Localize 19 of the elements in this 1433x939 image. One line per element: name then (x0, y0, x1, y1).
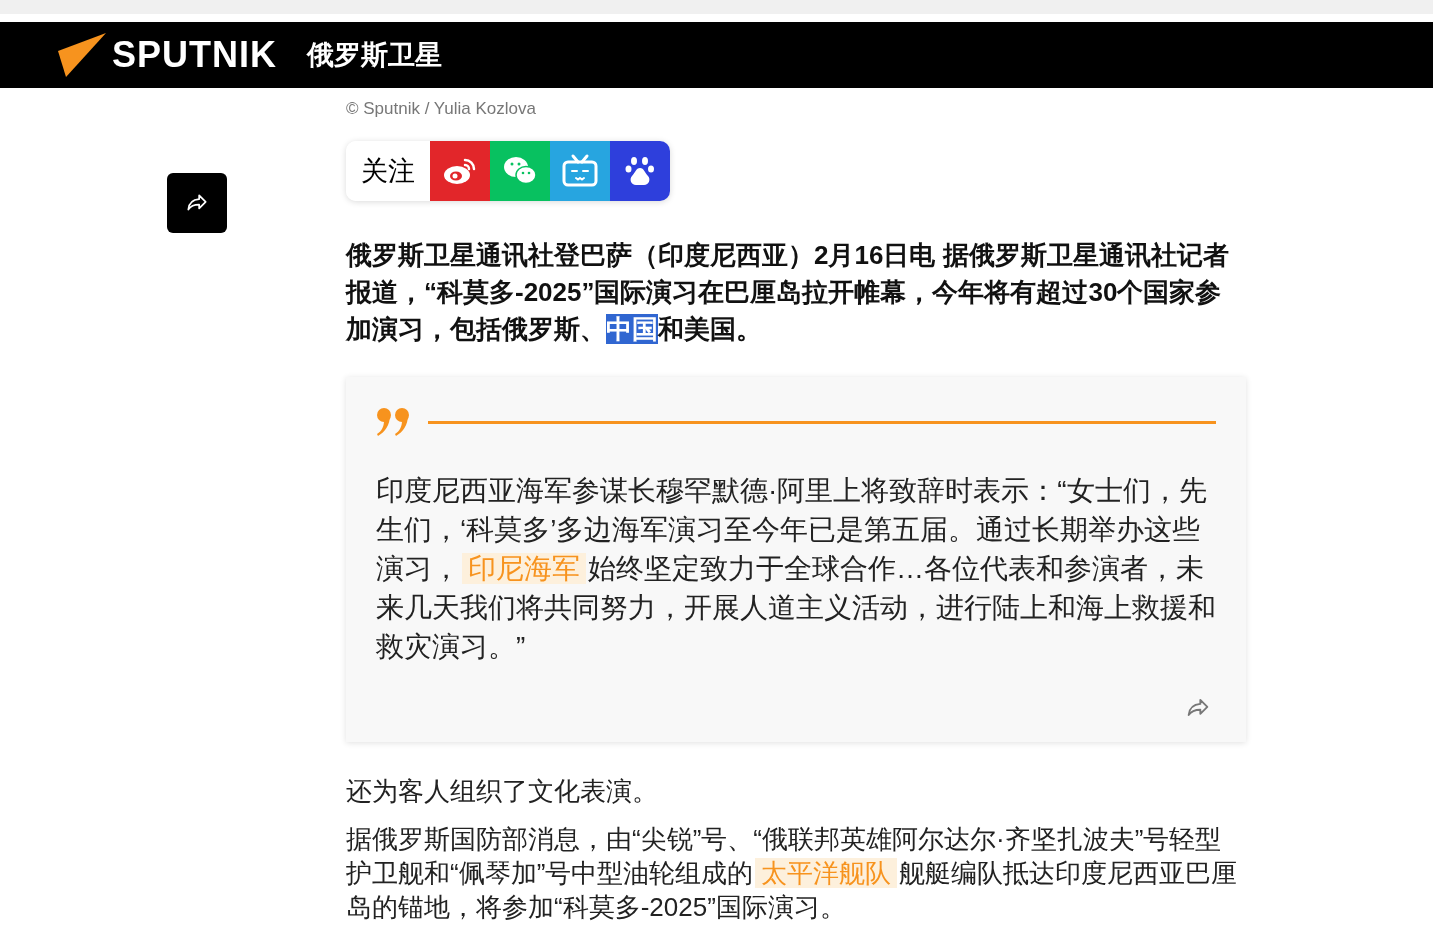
inline-link[interactable]: 太平洋舰队 (755, 858, 898, 888)
inline-link[interactable]: 印尼海军 (462, 553, 586, 584)
photo-credit: © Sputnik / Yulia Kozlova (346, 98, 537, 120)
brand-wordmark: SPUTNIK (112, 37, 277, 73)
social-button[interactable] (430, 141, 490, 201)
quote-mark-icon (376, 407, 412, 437)
tv-face-icon (561, 153, 599, 189)
body-paragraph: 据俄罗斯国防部消息，由“尖锐”号、“俄联邦英雄阿尔达尔·齐坚扎波夫”号轻型护卫舰和“佩琴加”号中型油轮组成的 太平洋舰队 舰艇编队抵达印度尼西亚巴厘岛的锚地，将参加“科莫多-2025”国际演习。 (346, 823, 1239, 924)
lead-paragraph: 俄罗斯卫星通讯社登巴萨（印度尼西亚）2月16日电 据俄罗斯卫星通讯社记者报道，“科莫多-2025”国际演习在巴厘岛拉开帷幕，今年将有超过30个国家参加演习，包括俄罗斯、中国和美国。 (346, 239, 1230, 346)
paw-print-icon (625, 155, 655, 187)
quote-text: 印度尼西亚海军参谋长穆罕默德·阿里上将致辞时表示：“女士们，先生们，‘科莫多’多边海军演习至今年已是第五届。通过长期举办这些演习， 印尼海军 始终坚定致力于全球合作…各位代表和参演者，未来几天我们将共同努力，开展人道主义活动，进行陆上和海上救援和救灾演习。” (376, 474, 1216, 664)
social-button[interactable] (610, 141, 670, 201)
share-button[interactable] (167, 173, 227, 233)
body-paragraph: 还为客人组织了文化表演。 (346, 775, 659, 808)
logo-wing-icon (58, 33, 106, 77)
follow-label: 关注 (346, 141, 430, 201)
swirl-eye-icon (443, 156, 477, 186)
header-title: 俄罗斯卫星 (307, 38, 442, 72)
chat-bubbles-icon (503, 156, 537, 186)
